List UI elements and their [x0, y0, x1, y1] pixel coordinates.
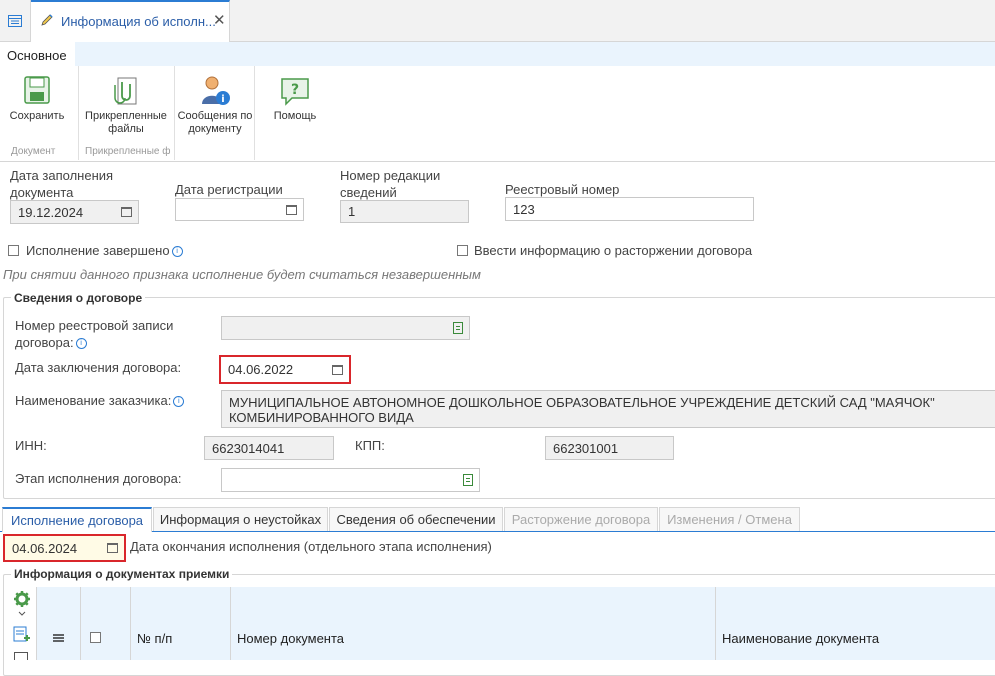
customer-label: Наименование заказчика: i [15, 392, 185, 409]
revision-number-label: Номер редакции сведений [340, 168, 441, 200]
kpp-field[interactable]: 662301001 [545, 436, 674, 460]
home-tab[interactable] [0, 0, 31, 41]
menu-icon[interactable] [53, 634, 64, 642]
svg-text:i: i [221, 94, 224, 105]
paperclip-icon [114, 77, 137, 105]
fill-date-value: 19.12.2024 [18, 204, 84, 220]
grid-menu-column[interactable] [36, 587, 80, 660]
attached-files-button[interactable]: Прикрепленные файлы [82, 72, 170, 142]
ribbon-separator [174, 66, 175, 160]
messages-label: Сообщения по документу [177, 110, 253, 135]
info-icon[interactable]: i [173, 396, 185, 407]
select-all-checkbox[interactable] [90, 632, 101, 643]
calendar-icon[interactable] [121, 207, 132, 217]
conclusion-date-field[interactable]: 04.06.2022 [219, 355, 351, 384]
fill-date-field[interactable]: 19.12.2024 [10, 200, 139, 224]
ribbon-separator [254, 66, 255, 160]
registration-date-field[interactable] [175, 198, 304, 221]
grid-header-doc-name[interactable]: Наименование документа [715, 587, 995, 660]
user-info-icon: i [202, 76, 230, 105]
chevron-down-icon[interactable] [18, 611, 26, 617]
conclusion-date-label: Дата заключения договора: [15, 360, 182, 375]
add-row-icon[interactable] [13, 626, 31, 642]
save-button-label: Сохранить [9, 110, 65, 122]
ribbon-group-attached: Прикрепленные ф [85, 146, 171, 157]
lookup-icon[interactable] [463, 474, 473, 486]
ribbon-group-document: Документ [11, 146, 56, 157]
calendar-icon[interactable] [332, 364, 343, 375]
help-button[interactable]: ? Помощь [264, 72, 326, 142]
inn-field[interactable]: 6623014041 [204, 436, 334, 460]
calendar-icon[interactable] [107, 543, 118, 553]
lookup-icon[interactable] [453, 322, 463, 334]
kpp-label: КПП: [355, 438, 385, 453]
attached-files-label: Прикрепленные файлы [85, 110, 167, 135]
grid-select-all-column[interactable] [80, 587, 130, 660]
inn-value: 6623014041 [212, 440, 285, 456]
calendar-icon[interactable] [286, 204, 297, 215]
ribbon-separator [78, 66, 79, 160]
revision-number-field[interactable]: 1 [340, 200, 469, 223]
customer-value: МУНИЦИПАЛЬНОЕ АВТОНОМНОЕ ДОШКОЛЬНОЕ ОБРА… [229, 395, 935, 425]
termination-checkbox[interactable] [457, 245, 468, 256]
stage-field[interactable] [221, 468, 480, 492]
acceptance-section-title: Информация о документах приемки [11, 567, 233, 581]
end-date-field[interactable]: 04.06.2024 [3, 534, 126, 562]
ribbon-tab-bar [0, 42, 995, 66]
tab-security[interactable]: Сведения об обеспечении [329, 507, 503, 531]
ribbon-tab-label: Основное [7, 48, 67, 63]
revision-number-value: 1 [348, 204, 356, 219]
registry-number-value: 123 [513, 201, 535, 217]
help-label: Помощь [273, 110, 317, 122]
contract-section-title: Сведения о договоре [11, 291, 146, 305]
stage-label: Этап исполнения договора: [15, 471, 182, 486]
grid-header-index[interactable]: № п/п [130, 587, 230, 660]
kpp-value: 662301001 [553, 440, 619, 456]
registry-number-label: Реестровый номер [505, 182, 620, 197]
gear-icon[interactable] [13, 590, 31, 608]
end-date-label: Дата окончания исполнения (отдельного эт… [130, 539, 492, 554]
registry-record-label: Номер реестровой записи договора: i [15, 318, 174, 350]
registry-record-field[interactable] [221, 316, 470, 340]
registration-date-label: Дата регистрации [175, 182, 283, 197]
edit-row-icon[interactable] [14, 652, 28, 660]
completed-checkbox[interactable] [8, 245, 19, 256]
grid-header-doc-number[interactable]: Номер документа [230, 587, 715, 660]
pencil-icon [41, 14, 53, 26]
termination-label: Ввести информацию о расторжении договора [474, 243, 753, 258]
close-icon[interactable]: ✕ [213, 11, 226, 29]
inn-label: ИНН: [15, 438, 47, 453]
ribbon-tab-main[interactable]: Основное [0, 42, 75, 66]
registry-number-field[interactable]: 123 [505, 197, 754, 221]
svg-text:?: ? [291, 82, 299, 98]
tab-execution[interactable]: Исполнение договора [2, 507, 152, 532]
completed-label: Исполнение завершено i [26, 242, 183, 259]
end-date-value: 04.06.2024 [12, 540, 78, 556]
tab-penalties[interactable]: Информация о неустойках [153, 507, 328, 531]
fill-date-label: Дата заполнения документа [10, 168, 114, 200]
document-tab-title: Информация об исполн... [61, 14, 216, 29]
conclusion-date-value: 04.06.2022 [228, 362, 294, 377]
info-icon[interactable]: i [171, 246, 183, 257]
save-icon [24, 76, 50, 104]
save-button[interactable]: Сохранить [4, 72, 70, 142]
customer-field[interactable]: МУНИЦИПАЛЬНОЕ АВТОНОМНОЕ ДОШКОЛЬНОЕ ОБРА… [221, 390, 995, 428]
tab-termination[interactable]: Расторжение договора [504, 507, 658, 531]
messages-button[interactable]: i Сообщения по документу [176, 72, 254, 142]
document-tab[interactable]: Информация об исполн... ✕ [31, 0, 230, 42]
completion-hint: При снятии данного признака исполнение б… [3, 267, 481, 282]
help-icon: ? [281, 78, 309, 106]
info-icon[interactable]: i [75, 338, 87, 349]
grid-icon [8, 14, 22, 27]
tab-changes[interactable]: Изменения / Отмена [659, 507, 800, 531]
